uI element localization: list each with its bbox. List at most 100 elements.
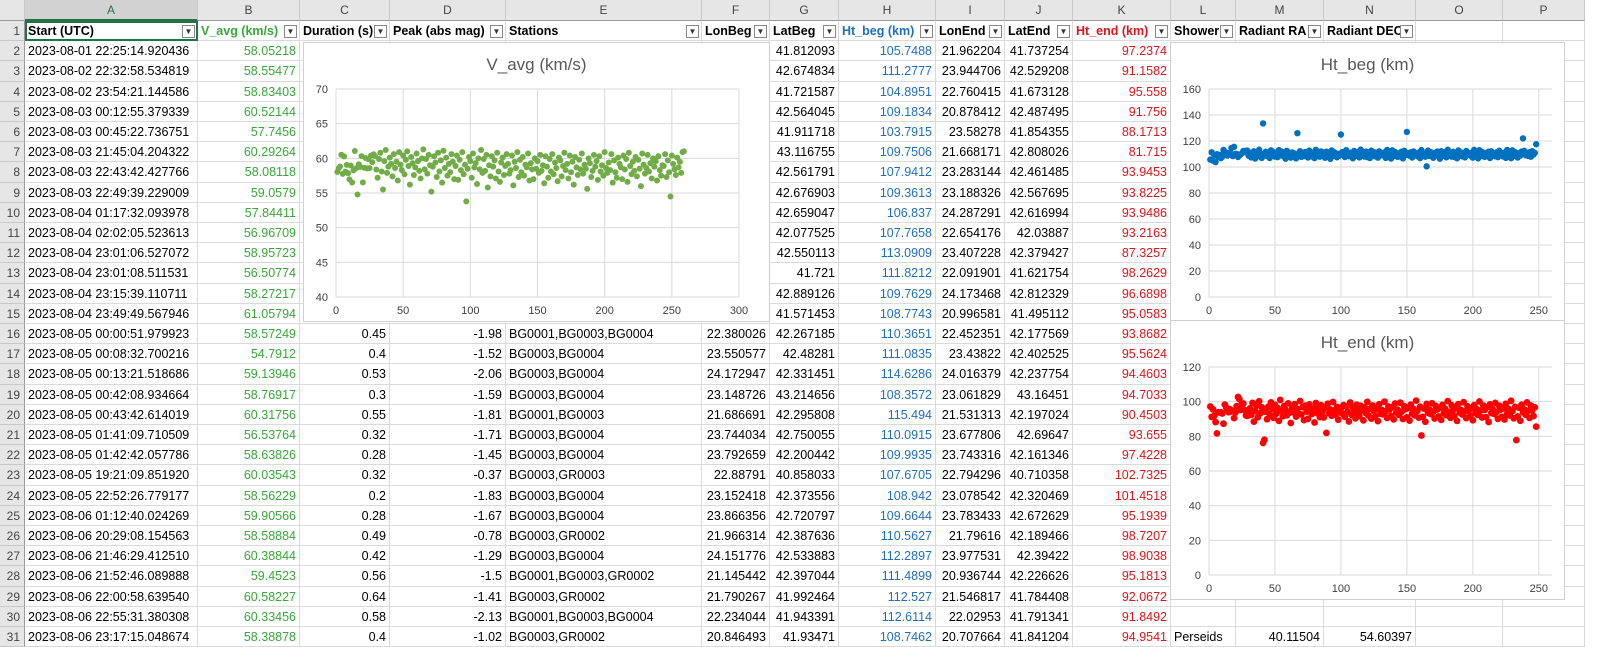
cell-h[interactable]: 103.7915 — [839, 122, 936, 143]
cell-a[interactable]: 2023-08-05 00:08:32.700216 — [25, 344, 198, 365]
cell-i[interactable]: 22.02953 — [936, 606, 1005, 627]
cell-i[interactable]: 23.078542 — [936, 485, 1005, 506]
cell-k[interactable]: 97.2374 — [1073, 41, 1171, 62]
cell-i[interactable]: 23.743316 — [936, 445, 1005, 466]
cell-j[interactable]: 42.226626 — [1005, 566, 1073, 587]
cell-k[interactable]: 91.756 — [1073, 101, 1171, 122]
cell-m[interactable]: 40.11504 — [1236, 627, 1324, 647]
cell-h[interactable]: 109.1834 — [839, 101, 936, 122]
cell-f[interactable]: 23.148726 — [702, 384, 770, 405]
cell-a[interactable]: 2023-08-03 22:43:42.427766 — [25, 162, 198, 183]
cell-c[interactable]: 0.53 — [300, 364, 390, 385]
chart-ht-end[interactable]: Ht_end (km) 0 50 100 150 200 250 0 20 40 60 80 100 12… — [1170, 320, 1565, 600]
cell-h[interactable]: 110.5627 — [839, 526, 936, 547]
cell-b[interactable]: 58.08118 — [198, 162, 300, 183]
cell-h[interactable]: 109.7629 — [839, 283, 936, 304]
cell-e[interactable]: BG0003,BG0004 — [506, 384, 702, 405]
row-header[interactable]: 10 — [0, 202, 25, 223]
cell-j[interactable]: 42.567695 — [1005, 182, 1073, 203]
cell-c[interactable]: 0.3 — [300, 384, 390, 405]
cell-e[interactable]: BG0003,BG0004 — [506, 425, 702, 446]
filter-dropdown-icon[interactable]: ▼ — [1220, 25, 1233, 38]
row-header[interactable]: 13 — [0, 263, 25, 284]
row-header[interactable]: 18 — [0, 364, 25, 385]
cell-h[interactable]: 108.7743 — [839, 303, 936, 324]
cell-g[interactable]: 42.397044 — [770, 566, 839, 587]
filter-dropdown-icon[interactable]: ▼ — [989, 25, 1002, 38]
cell-g[interactable]: 41.812093 — [770, 41, 839, 62]
cell-h[interactable]: 108.7462 — [839, 627, 936, 647]
cell-d[interactable]: -1.45 — [390, 445, 506, 466]
cell-e[interactable]: BG0003,GR0002 — [506, 526, 702, 547]
cell-b[interactable]: 59.13946 — [198, 364, 300, 385]
header-cell-b[interactable]: V_avg (km/s) ▼ — [198, 21, 300, 42]
cell-g[interactable]: 42.676903 — [770, 182, 839, 203]
cell-h[interactable]: 107.6705 — [839, 465, 936, 486]
column-header-e[interactable]: E — [506, 0, 702, 21]
cell-k[interactable]: 91.8492 — [1073, 606, 1171, 627]
cell-b[interactable]: 56.50774 — [198, 263, 300, 284]
cell-g[interactable]: 43.116755 — [770, 142, 839, 163]
cell-h[interactable]: 112.6114 — [839, 606, 936, 627]
cell-g[interactable]: 42.659047 — [770, 202, 839, 223]
cell-k[interactable]: 96.6898 — [1073, 283, 1171, 304]
cell-a[interactable]: 2023-08-06 23:17:15.048674 — [25, 627, 198, 647]
row-header[interactable]: 24 — [0, 485, 25, 506]
cell-h[interactable]: 109.6644 — [839, 505, 936, 526]
row-header[interactable]: 22 — [0, 445, 25, 466]
cell-g[interactable]: 42.267185 — [770, 324, 839, 345]
cell-e[interactable]: BG0003,BG0004 — [506, 344, 702, 365]
cell-a[interactable]: 2023-08-06 21:52:46.089888 — [25, 566, 198, 587]
cell-b[interactable]: 58.63826 — [198, 445, 300, 466]
cell-g[interactable]: 41.911718 — [770, 122, 839, 143]
cell-i[interactable]: 22.654176 — [936, 223, 1005, 244]
cell-h[interactable]: 111.2777 — [839, 61, 936, 82]
cell-k[interactable]: 97.4228 — [1073, 445, 1171, 466]
cell-h[interactable]: 108.942 — [839, 485, 936, 506]
row-header[interactable]: 3 — [0, 61, 25, 82]
cell-f[interactable]: 24.172947 — [702, 364, 770, 385]
cell-e[interactable]: BG0003,GR0002 — [506, 586, 702, 607]
cell-d[interactable]: -1.67 — [390, 505, 506, 526]
cell-a[interactable]: 2023-08-03 22:49:39.229009 — [25, 182, 198, 203]
header-cell-f[interactable]: LonBeg ▼ — [702, 21, 770, 42]
column-header-i[interactable]: I — [936, 0, 1005, 21]
cell-c[interactable]: 0.49 — [300, 526, 390, 547]
cell-f[interactable]: 21.145442 — [702, 566, 770, 587]
cell-k[interactable]: 93.9486 — [1073, 202, 1171, 223]
cell-c[interactable]: 0.56 — [300, 566, 390, 587]
row-header[interactable]: 7 — [0, 142, 25, 163]
header-cell-n[interactable]: Radiant DEC ▼ — [1324, 21, 1416, 42]
cell-g[interactable]: 42.533883 — [770, 546, 839, 567]
cell-e[interactable]: BG0003,GR0003 — [506, 465, 702, 486]
cell-i[interactable]: 23.43822 — [936, 344, 1005, 365]
cell-a[interactable]: 2023-08-05 22:52:26.779177 — [25, 485, 198, 506]
cell-e[interactable]: BG0003,BG0004 — [506, 546, 702, 567]
row-header[interactable]: 20 — [0, 404, 25, 425]
column-header-b[interactable]: B — [198, 0, 300, 21]
cell-i[interactable]: 24.287291 — [936, 202, 1005, 223]
cell-j[interactable]: 42.529208 — [1005, 61, 1073, 82]
cell-j[interactable]: 42.161346 — [1005, 445, 1073, 466]
cell-g[interactable]: 41.93471 — [770, 627, 839, 647]
cell-k[interactable]: 95.0583 — [1073, 303, 1171, 324]
row-header[interactable]: 28 — [0, 566, 25, 587]
column-header-c[interactable]: C — [300, 0, 390, 21]
cell-d[interactable]: -1.29 — [390, 546, 506, 567]
cell-i[interactable]: 24.173468 — [936, 283, 1005, 304]
cell-b[interactable]: 58.56229 — [198, 485, 300, 506]
row-header[interactable]: 4 — [0, 81, 25, 102]
header-cell-m[interactable]: Radiant RA ▼ — [1236, 21, 1324, 42]
cell-k[interactable]: 88.1713 — [1073, 122, 1171, 143]
header-cell-e[interactable]: Stations ▼ — [506, 21, 702, 42]
column-header-f[interactable]: F — [702, 0, 770, 21]
cell-h[interactable]: 113.0909 — [839, 243, 936, 264]
row-header[interactable]: 30 — [0, 606, 25, 627]
cell-h[interactable]: 111.8212 — [839, 263, 936, 284]
cell-a[interactable]: 2023-08-06 22:55:31.380308 — [25, 606, 198, 627]
cell-c[interactable]: 0.32 — [300, 465, 390, 486]
cell-c[interactable]: 0.28 — [300, 445, 390, 466]
cell-j[interactable]: 41.737254 — [1005, 41, 1073, 62]
cell-h[interactable]: 115.494 — [839, 404, 936, 425]
filter-dropdown-icon[interactable]: ▼ — [920, 25, 933, 38]
